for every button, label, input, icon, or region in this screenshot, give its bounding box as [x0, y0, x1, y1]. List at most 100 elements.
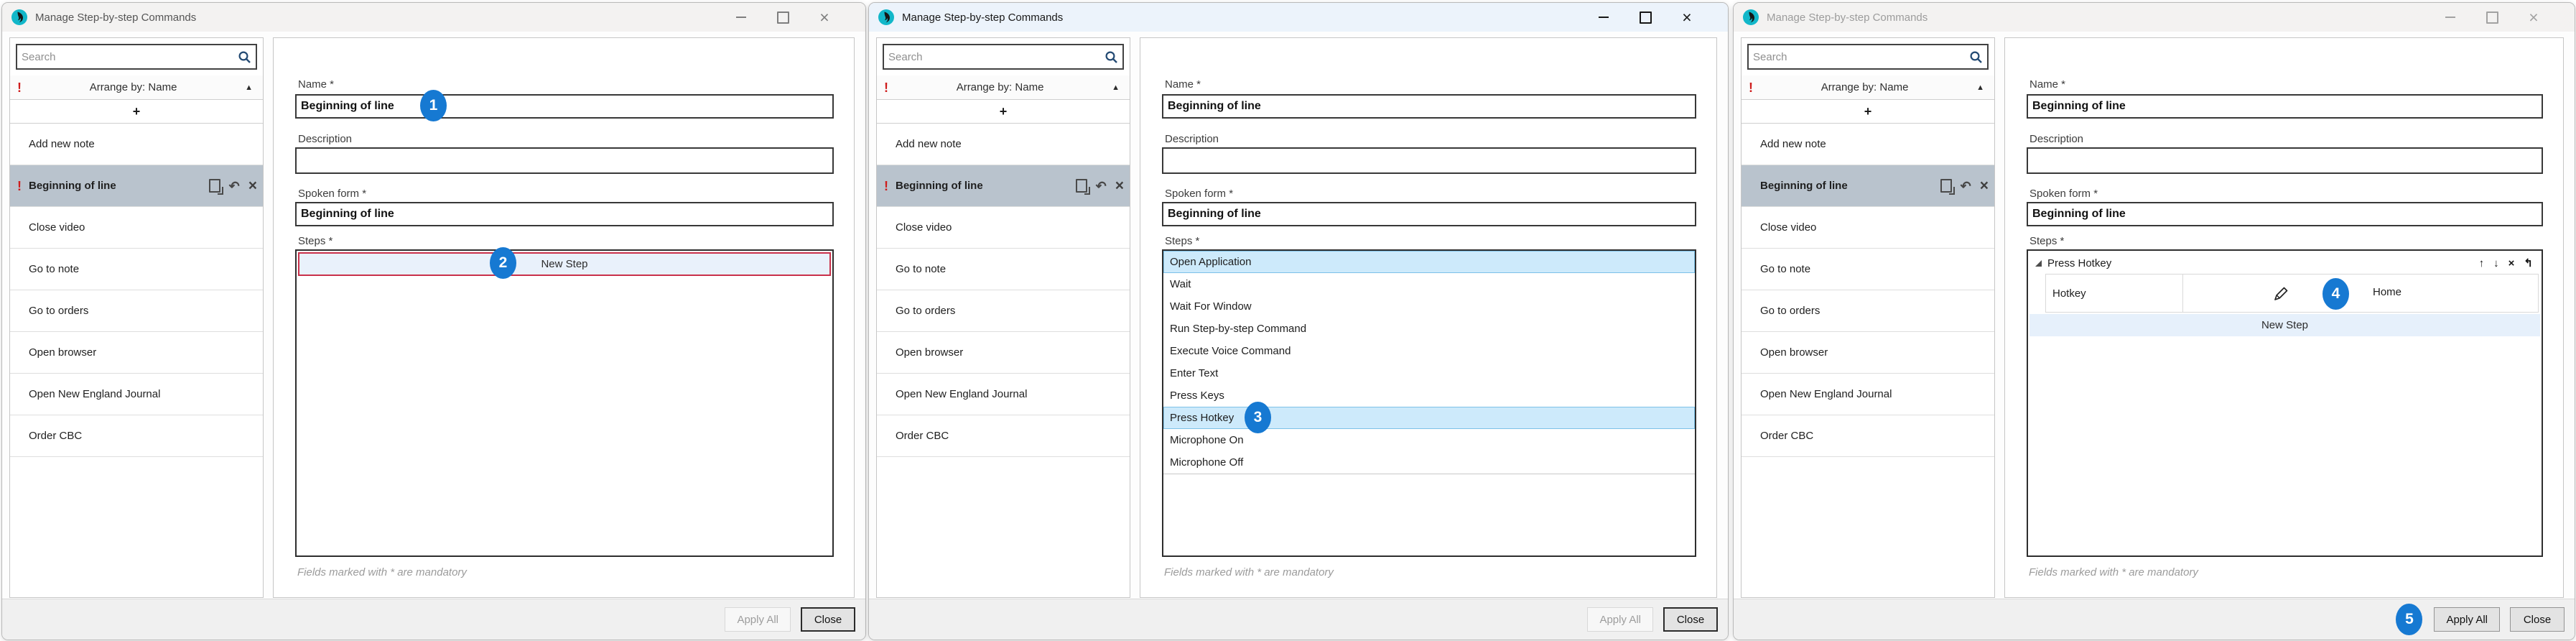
maximize-button[interactable]	[1624, 5, 1666, 29]
step-option-execute-voice-command[interactable]: Execute Voice Command	[1163, 340, 1695, 362]
close-dialog-button[interactable]: Close	[801, 607, 855, 632]
maximize-button[interactable]	[762, 5, 804, 29]
description-field[interactable]	[1162, 147, 1696, 174]
command-list-item[interactable]: Close video	[877, 207, 1130, 249]
spoken-form-input[interactable]	[297, 203, 832, 225]
description-input[interactable]	[2028, 149, 2542, 172]
arrange-by-header[interactable]: ! Arrange by: Name ▲	[877, 75, 1130, 100]
description-field[interactable]	[2027, 147, 2543, 174]
spoken-form-input[interactable]	[2028, 203, 2542, 225]
command-list-item[interactable]: Close video	[1742, 207, 1994, 249]
spoken-form-field[interactable]	[295, 202, 834, 226]
name-field[interactable]: 1	[295, 94, 834, 119]
command-list-item-selected[interactable]: ! Beginning of line ↶ ×	[877, 165, 1130, 207]
search-icon[interactable]	[238, 50, 251, 64]
sort-ascending-icon[interactable]: ▲	[1976, 83, 1984, 92]
search-icon[interactable]	[1105, 50, 1118, 64]
command-list-item[interactable]: Go to note	[877, 249, 1130, 290]
minimize-button[interactable]	[720, 5, 762, 29]
step-option-microphone-on[interactable]: Microphone On	[1163, 429, 1695, 451]
description-input[interactable]	[297, 149, 832, 172]
arrange-by-header[interactable]: ! Arrange by: Name ▲	[10, 75, 263, 100]
spoken-form-field[interactable]	[2027, 202, 2543, 226]
spoken-form-field[interactable]	[1162, 202, 1696, 226]
edit-pencil-icon[interactable]	[2272, 285, 2289, 303]
command-list-item[interactable]: Go to note	[10, 249, 263, 290]
command-list-item-selected[interactable]: Beginning of line ↶ ×	[1742, 165, 1994, 207]
add-command-button[interactable]: +	[10, 100, 263, 124]
duplicate-command-icon[interactable]	[209, 179, 220, 193]
step-option-wait-for-window[interactable]: Wait For Window	[1163, 295, 1695, 318]
add-command-button[interactable]: +	[1742, 100, 1994, 124]
step-option-enter-text[interactable]: Enter Text	[1163, 362, 1695, 384]
undo-step-icon[interactable]: ↰	[2524, 257, 2533, 269]
close-button[interactable]: ×	[804, 5, 845, 29]
search-input[interactable]	[1749, 51, 1969, 63]
minimize-button[interactable]	[1583, 5, 1624, 29]
search-box[interactable]	[16, 44, 257, 70]
command-list-item[interactable]: Add new note	[10, 124, 263, 165]
command-list-item[interactable]: Order CBC	[1742, 415, 1994, 457]
close-button[interactable]: ×	[1666, 5, 1708, 29]
close-dialog-button[interactable]: Close	[1663, 607, 1718, 632]
close-dialog-button[interactable]: Close	[2510, 607, 2565, 632]
step-option-press-keys[interactable]: Press Keys	[1163, 384, 1695, 407]
description-field[interactable]	[295, 147, 834, 174]
add-command-button[interactable]: +	[877, 100, 1130, 124]
command-list-item[interactable]: Add new note	[877, 124, 1130, 165]
command-list-item[interactable]: Order CBC	[877, 415, 1130, 457]
command-list-item[interactable]: Go to orders	[877, 290, 1130, 332]
command-list-item[interactable]: Order CBC	[10, 415, 263, 457]
command-list-item[interactable]: Open browser	[10, 332, 263, 374]
move-step-up-icon[interactable]: ↑	[2479, 257, 2485, 269]
minimize-button[interactable]	[2429, 5, 2471, 29]
step-item-header[interactable]: Press Hotkey ↑ ↓ × ↰	[2029, 252, 2540, 274]
search-box[interactable]	[1747, 44, 1989, 70]
delete-command-icon[interactable]: ×	[248, 178, 257, 193]
maximize-button[interactable]	[2471, 5, 2513, 29]
search-box[interactable]	[883, 44, 1124, 70]
move-step-down-icon[interactable]: ↓	[2493, 257, 2499, 269]
name-input[interactable]	[1163, 96, 1695, 117]
step-option-wait[interactable]: Wait	[1163, 273, 1695, 295]
command-list-item[interactable]: Open browser	[877, 332, 1130, 374]
search-input[interactable]	[17, 51, 238, 63]
name-field[interactable]	[2027, 94, 2543, 119]
hotkey-value-cell[interactable]	[2182, 274, 2539, 313]
name-field[interactable]	[1162, 94, 1696, 119]
duplicate-command-icon[interactable]	[1076, 179, 1087, 193]
spoken-form-input[interactable]	[1163, 203, 1695, 225]
command-list-item[interactable]: Go to orders	[1742, 290, 1994, 332]
delete-command-icon[interactable]: ×	[1980, 178, 1989, 193]
duplicate-command-icon[interactable]	[1940, 179, 1952, 193]
command-list-item[interactable]: Go to note	[1742, 249, 1994, 290]
arrange-by-header[interactable]: ! Arrange by: Name ▲	[1742, 75, 1994, 100]
sort-ascending-icon[interactable]: ▲	[1112, 83, 1120, 92]
command-list-item[interactable]: Open New England Journal	[1742, 374, 1994, 415]
delete-step-icon[interactable]: ×	[2508, 257, 2515, 269]
step-option-press-hotkey[interactable]: Press Hotkey 3	[1163, 407, 1695, 429]
undo-command-icon[interactable]: ↶	[1096, 180, 1107, 193]
command-list-item-selected[interactable]: ! Beginning of line ↶ ×	[10, 165, 263, 207]
step-option-run-step-by-step-command[interactable]: Run Step-by-step Command	[1163, 318, 1695, 340]
close-button[interactable]: ×	[2513, 5, 2554, 29]
command-list-item[interactable]: Open New England Journal	[877, 374, 1130, 415]
search-icon[interactable]	[1969, 50, 1983, 64]
delete-command-icon[interactable]: ×	[1115, 178, 1124, 193]
command-list-item[interactable]: Add new note	[1742, 124, 1994, 165]
step-option-open-application[interactable]: Open Application	[1163, 251, 1695, 273]
name-input[interactable]	[2028, 96, 2542, 117]
undo-command-icon[interactable]: ↶	[229, 180, 240, 193]
apply-all-button[interactable]: Apply All	[2434, 607, 2500, 632]
collapse-expander-icon[interactable]	[2035, 260, 2042, 267]
new-step-row[interactable]: 2 New Step	[298, 252, 831, 276]
command-list-item[interactable]: Close video	[10, 207, 263, 249]
name-input[interactable]	[297, 96, 832, 117]
command-list-item[interactable]: Open browser	[1742, 332, 1994, 374]
sort-ascending-icon[interactable]: ▲	[245, 83, 253, 92]
command-list-item[interactable]: Open New England Journal	[10, 374, 263, 415]
step-option-microphone-off[interactable]: Microphone Off	[1163, 451, 1695, 474]
command-list-item[interactable]: Go to orders	[10, 290, 263, 332]
new-step-row[interactable]: New Step	[2029, 314, 2540, 336]
search-input[interactable]	[884, 51, 1105, 63]
